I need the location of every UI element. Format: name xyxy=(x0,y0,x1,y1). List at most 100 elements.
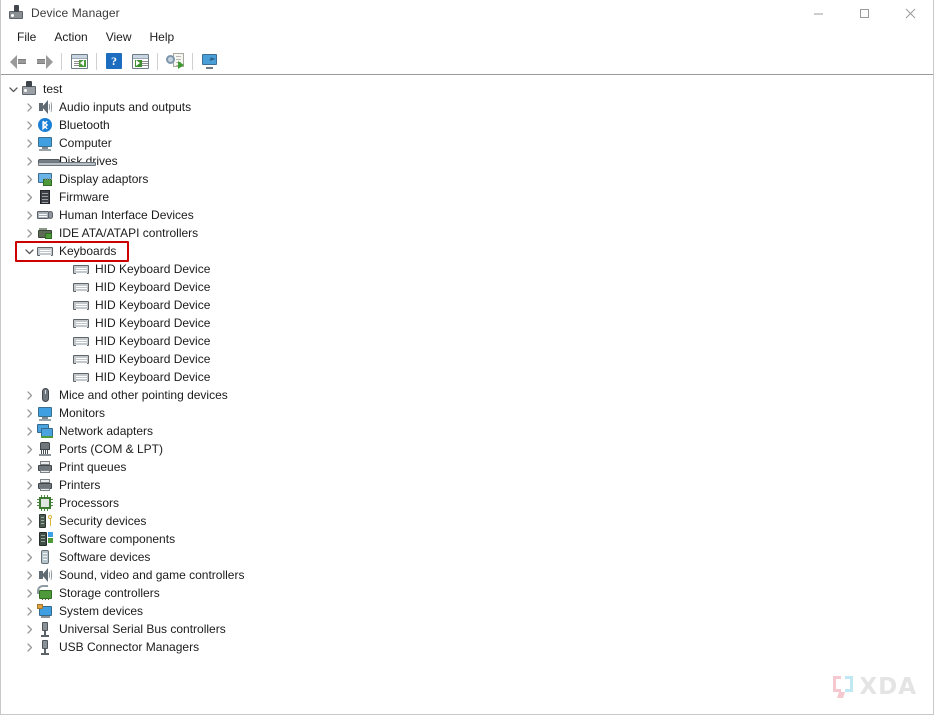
update-driver-button[interactable] xyxy=(197,49,223,73)
properties-button[interactable] xyxy=(127,49,153,73)
maximize-icon[interactable] xyxy=(841,0,887,26)
software-component-icon xyxy=(37,531,53,547)
window-title: Device Manager xyxy=(31,6,120,20)
chevron-right-icon[interactable] xyxy=(21,584,37,602)
keyboard-icon xyxy=(37,243,53,259)
forward-arrow-icon xyxy=(36,54,53,69)
tree-item-hid-keyboard-device[interactable]: HID Keyboard Device xyxy=(1,314,933,332)
tree-item-display-adaptors[interactable]: Display adaptors xyxy=(1,170,933,188)
tree-item-system-devices[interactable]: System devices xyxy=(1,602,933,620)
hid-icon xyxy=(37,207,53,223)
chevron-right-icon[interactable] xyxy=(21,134,37,152)
tree-root-test[interactable]: test xyxy=(1,80,933,98)
menu-action[interactable]: Action xyxy=(45,28,96,47)
keyboard-icon xyxy=(73,297,89,313)
tree-item-print-queues[interactable]: Print queues xyxy=(1,458,933,476)
tree-item-hid-keyboard-device[interactable]: HID Keyboard Device xyxy=(1,368,933,386)
tree-item-label: Print queues xyxy=(59,460,127,474)
toolbar-separator xyxy=(157,52,158,70)
tree-item-label: Bluetooth xyxy=(59,118,110,132)
ide-controller-icon xyxy=(37,225,53,241)
tree-item-keyboards[interactable]: Keyboards xyxy=(1,242,933,260)
chevron-right-icon[interactable] xyxy=(21,422,37,440)
chevron-right-icon[interactable] xyxy=(21,152,37,170)
tree-item-universal-serial-bus-controllers[interactable]: Universal Serial Bus controllers xyxy=(1,620,933,638)
usb-icon xyxy=(37,621,53,637)
tree-item-mice-and-other-pointing-devices[interactable]: Mice and other pointing devices xyxy=(1,386,933,404)
chevron-right-icon[interactable] xyxy=(21,116,37,134)
chevron-right-icon[interactable] xyxy=(21,440,37,458)
chevron-right-icon[interactable] xyxy=(21,512,37,530)
chevron-right-icon[interactable] xyxy=(21,404,37,422)
chevron-down-icon[interactable] xyxy=(21,242,37,260)
tree-item-software-components[interactable]: Software components xyxy=(1,530,933,548)
chevron-right-icon[interactable] xyxy=(21,602,37,620)
tree-item-hid-keyboard-device[interactable]: HID Keyboard Device xyxy=(1,260,933,278)
chevron-right-icon[interactable] xyxy=(21,566,37,584)
tree-item-printers[interactable]: Printers xyxy=(1,476,933,494)
speaker-icon xyxy=(37,99,53,115)
chevron-right-icon[interactable] xyxy=(21,224,37,242)
chevron-down-icon[interactable] xyxy=(5,80,21,98)
tree-item-hid-keyboard-device[interactable]: HID Keyboard Device xyxy=(1,296,933,314)
show-hide-console-tree-button[interactable] xyxy=(66,49,92,73)
chevron-right-icon[interactable] xyxy=(21,620,37,638)
tree-item-label: HID Keyboard Device xyxy=(95,334,211,348)
keyboard-icon xyxy=(73,261,89,277)
chevron-right-icon[interactable] xyxy=(21,98,37,116)
tree-item-label: Audio inputs and outputs xyxy=(59,100,192,114)
chevron-right-icon[interactable] xyxy=(21,170,37,188)
tree-item-disk-drives[interactable]: Disk drives xyxy=(1,152,933,170)
keyboard-icon xyxy=(73,279,89,295)
tree-item-audio-inputs-and-outputs[interactable]: Audio inputs and outputs xyxy=(1,98,933,116)
scan-for-hardware-changes-button[interactable] xyxy=(162,49,188,73)
chevron-right-icon[interactable] xyxy=(21,530,37,548)
toolbar-separator xyxy=(61,52,62,70)
tree-item-computer[interactable]: Computer xyxy=(1,134,933,152)
menu-view[interactable]: View xyxy=(97,28,141,47)
back-button[interactable] xyxy=(5,49,31,73)
toolbar: ? xyxy=(1,48,933,74)
tree-item-label: test xyxy=(43,82,63,96)
minimize-icon[interactable] xyxy=(795,0,841,26)
tree-item-label: Disk drives xyxy=(59,154,118,168)
tree-item-bluetooth[interactable]: Bluetooth xyxy=(1,116,933,134)
tree-item-monitors[interactable]: Monitors xyxy=(1,404,933,422)
tree-item-storage-controllers[interactable]: Storage controllers xyxy=(1,584,933,602)
disk-drive-icon xyxy=(37,153,96,169)
forward-button[interactable] xyxy=(31,49,57,73)
tree-item-human-interface-devices[interactable]: Human Interface Devices xyxy=(1,206,933,224)
display-adapter-icon xyxy=(37,171,53,187)
toolbar-separator xyxy=(96,52,97,70)
chevron-right-icon[interactable] xyxy=(21,458,37,476)
help-button[interactable]: ? xyxy=(101,49,127,73)
menu-help[interactable]: Help xyxy=(141,28,184,47)
tree-item-hid-keyboard-device[interactable]: HID Keyboard Device xyxy=(1,350,933,368)
window-controls xyxy=(795,0,933,26)
tree-item-firmware[interactable]: Firmware xyxy=(1,188,933,206)
tree-item-label: Monitors xyxy=(59,406,106,420)
tree-item-label: Display adaptors xyxy=(59,172,149,186)
chevron-right-icon[interactable] xyxy=(21,548,37,566)
tree-item-ide-ata-atapi-controllers[interactable]: IDE ATA/ATAPI controllers xyxy=(1,224,933,242)
close-icon[interactable] xyxy=(887,0,933,26)
chevron-right-icon[interactable] xyxy=(21,494,37,512)
tree-item-hid-keyboard-device[interactable]: HID Keyboard Device xyxy=(1,332,933,350)
menu-file[interactable]: File xyxy=(8,28,45,47)
chevron-right-icon[interactable] xyxy=(21,206,37,224)
tree-item-network-adapters[interactable]: Network adapters xyxy=(1,422,933,440)
tree-item-security-devices[interactable]: Security devices xyxy=(1,512,933,530)
chevron-right-icon[interactable] xyxy=(21,638,37,656)
chevron-right-icon[interactable] xyxy=(21,476,37,494)
tree-item-hid-keyboard-device[interactable]: HID Keyboard Device xyxy=(1,278,933,296)
tree-item-sound-video-and-game-controllers[interactable]: Sound, video and game controllers xyxy=(1,566,933,584)
tree-item-processors[interactable]: Processors xyxy=(1,494,933,512)
tree-item-software-devices[interactable]: Software devices xyxy=(1,548,933,566)
device-tree[interactable]: test Audio inputs and outputs Bluetooth Com… xyxy=(1,75,933,714)
chevron-right-icon[interactable] xyxy=(21,188,37,206)
chevron-right-icon[interactable] xyxy=(21,386,37,404)
tree-item-ports-com-lpt[interactable]: Ports (COM & LPT) xyxy=(1,440,933,458)
tree-item-usb-connector-managers[interactable]: USB Connector Managers xyxy=(1,638,933,656)
